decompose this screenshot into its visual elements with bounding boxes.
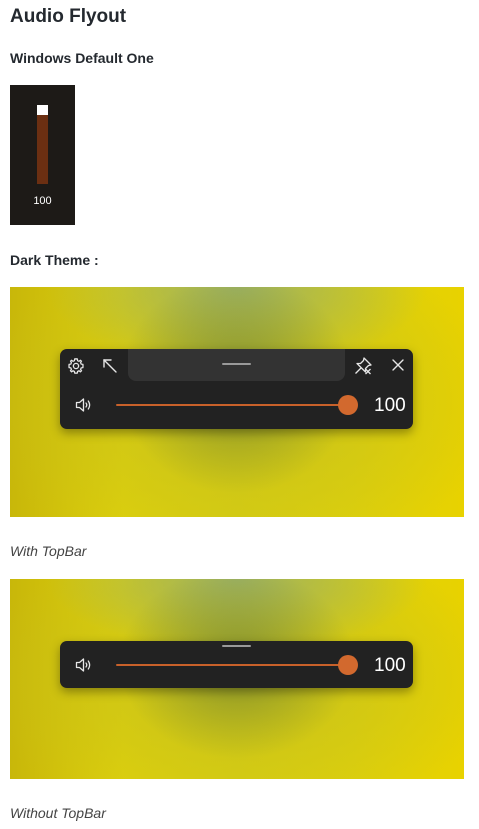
topbar-drag-area[interactable] xyxy=(128,349,345,381)
volume-value: 100 xyxy=(374,395,406,416)
drag-handle[interactable] xyxy=(222,363,251,365)
speaker-icon[interactable] xyxy=(74,655,94,675)
volume-slider-thumb[interactable] xyxy=(338,655,358,675)
caption-without-topbar: Without TopBar xyxy=(10,805,106,821)
wallpaper-background-no-topbar: 100 xyxy=(10,579,464,779)
volume-slider-track[interactable] xyxy=(116,404,346,406)
audio-flyout-without-topbar: 100 xyxy=(60,641,413,688)
section-heading-dark-theme: Dark Theme : xyxy=(10,252,99,268)
unpin-icon[interactable] xyxy=(353,356,373,376)
close-icon[interactable] xyxy=(390,357,406,373)
page-title: Audio Flyout xyxy=(10,6,127,27)
volume-slider-thumb[interactable] xyxy=(338,395,358,415)
windows-volume-value: 100 xyxy=(33,195,52,207)
windows-default-volume-flyout: 100 xyxy=(10,85,75,225)
windows-volume-fill xyxy=(37,115,48,184)
section-heading-windows-default: Windows Default One xyxy=(10,50,154,66)
wallpaper-background-topbar: 100 xyxy=(10,287,464,517)
volume-slider-track[interactable] xyxy=(116,664,346,666)
volume-value: 100 xyxy=(374,655,406,676)
speaker-icon[interactable] xyxy=(74,395,94,415)
gear-icon[interactable] xyxy=(67,357,85,375)
caption-with-topbar: With TopBar xyxy=(10,543,87,559)
drag-handle[interactable] xyxy=(222,645,251,647)
audio-flyout-with-topbar: 100 xyxy=(60,349,413,429)
arrow-up-left-icon[interactable] xyxy=(101,357,119,375)
windows-volume-thumb[interactable] xyxy=(37,105,48,115)
